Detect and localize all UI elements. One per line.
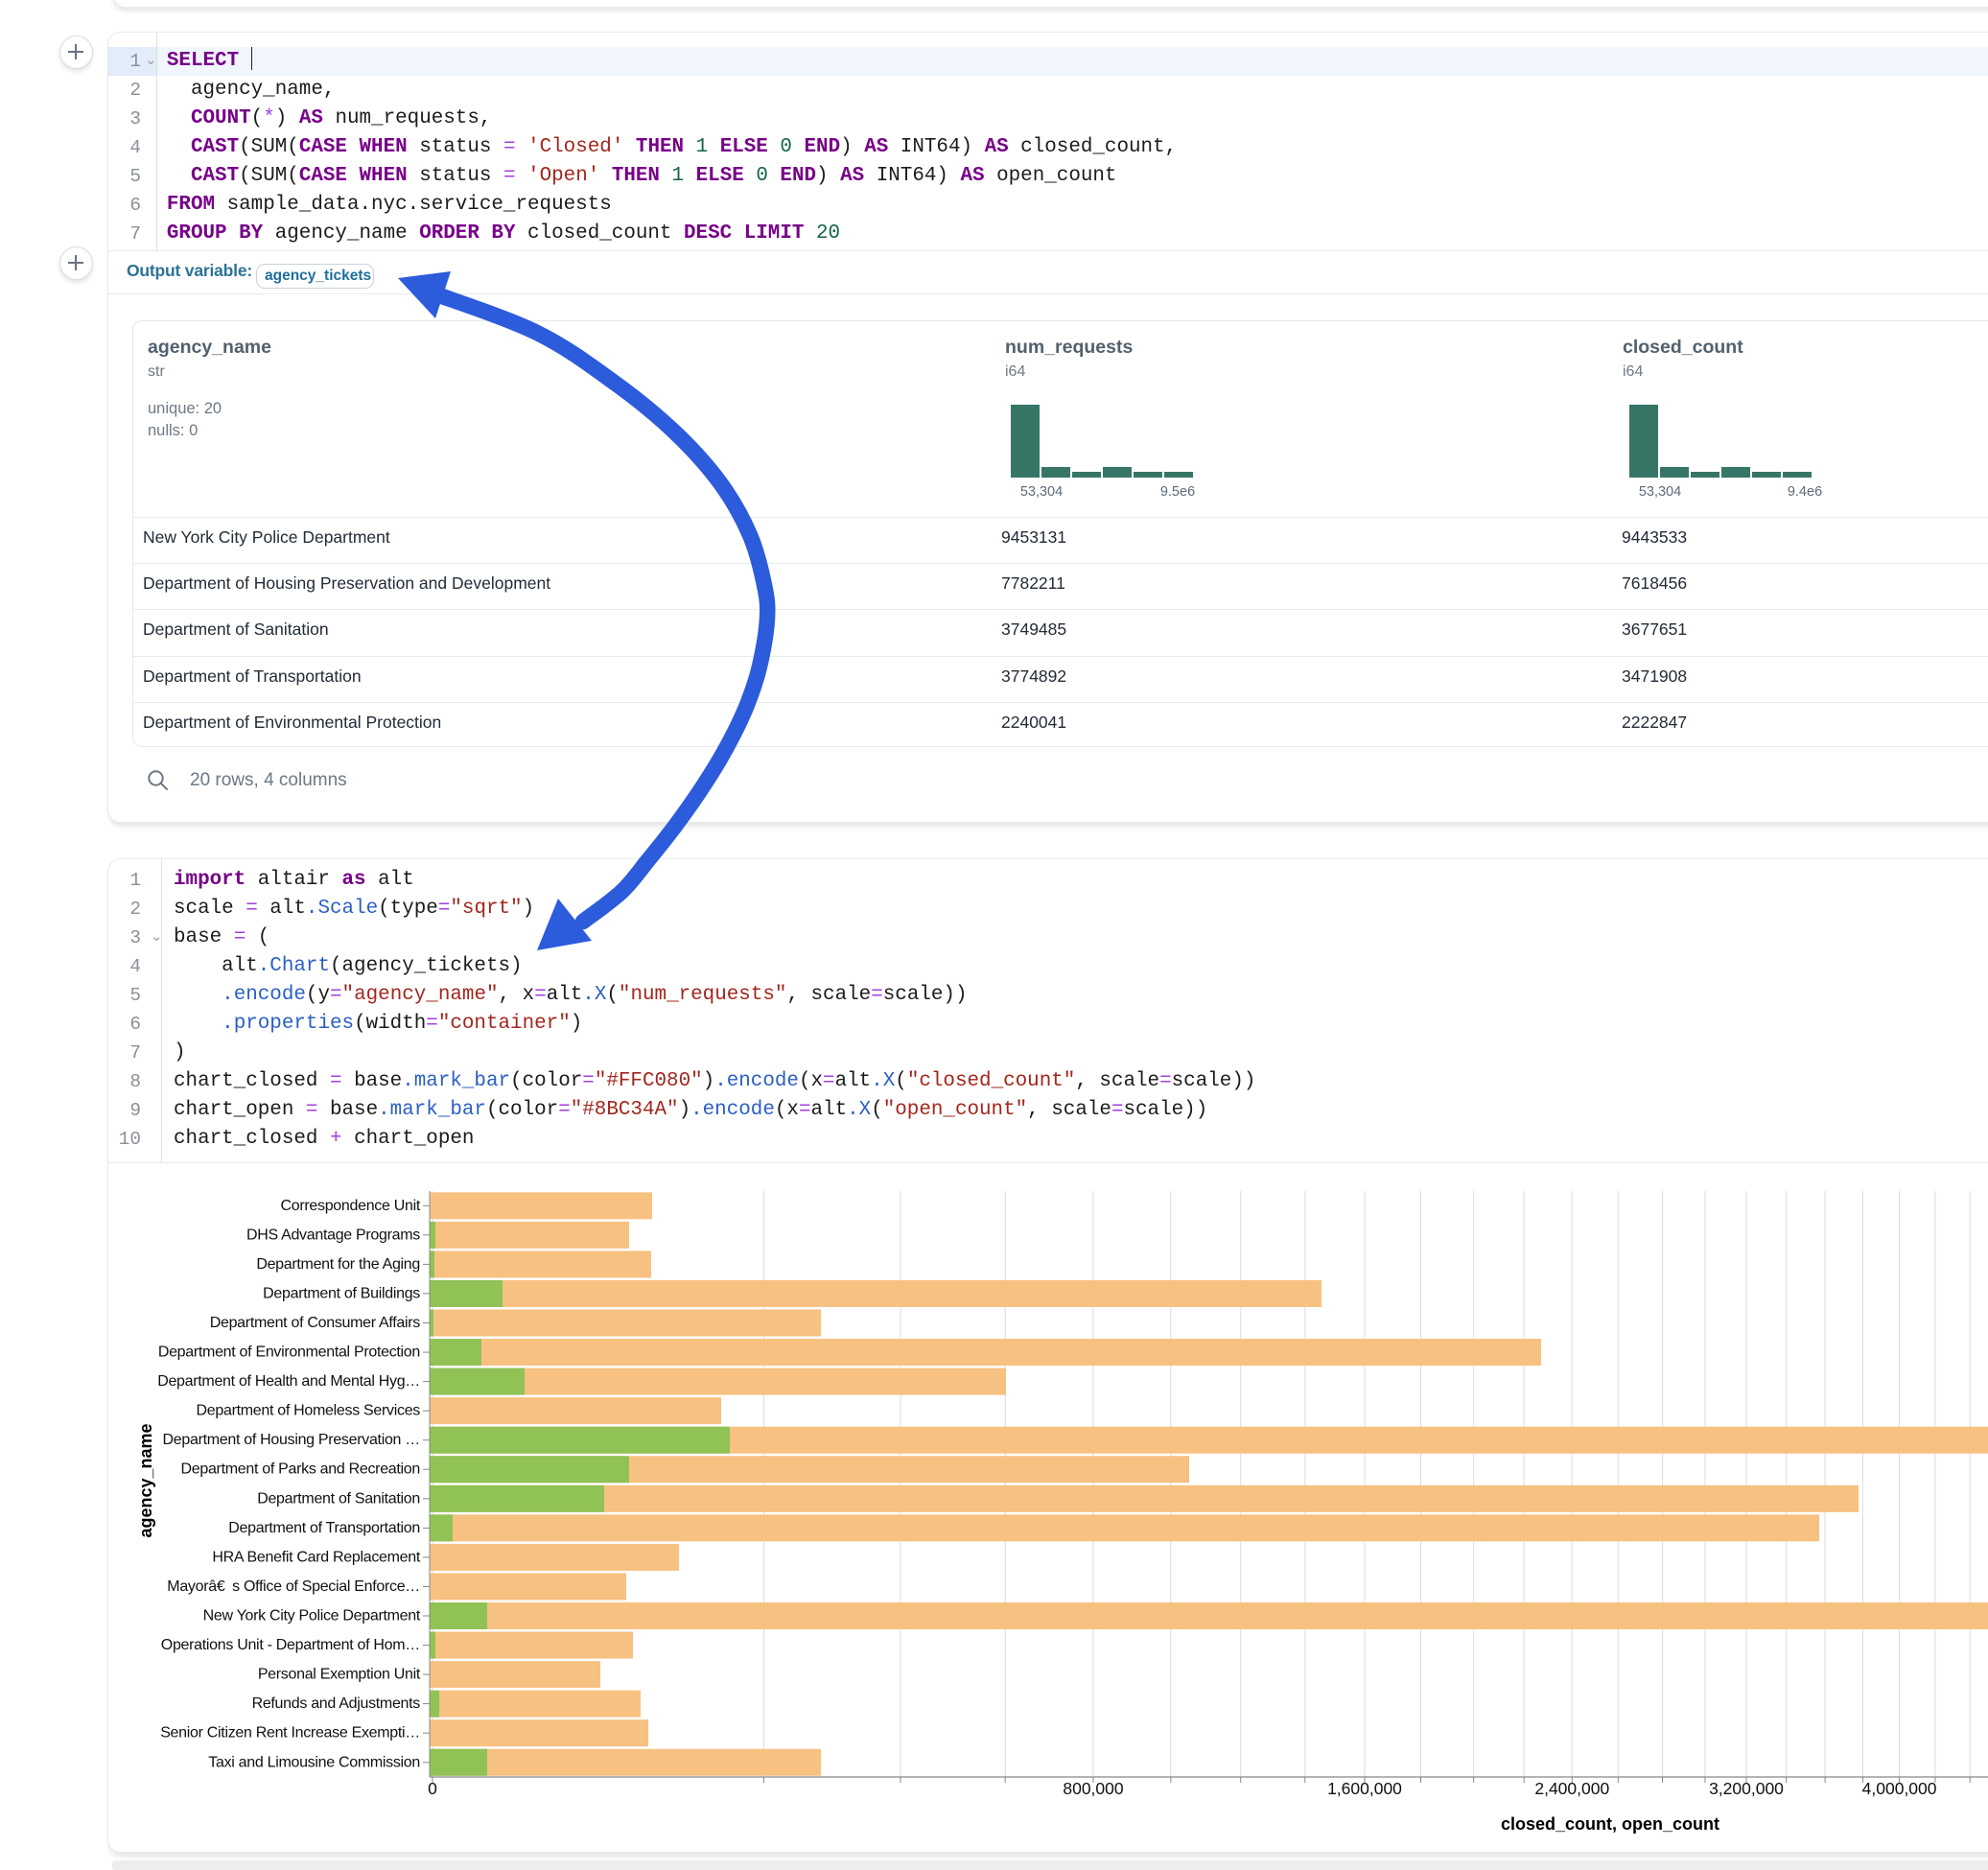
svg-text:Department of Health and Menta: Department of Health and Mental Hyg… — [157, 1373, 420, 1390]
svg-text:2,400,000: 2,400,000 — [1534, 1779, 1609, 1798]
svg-text:Mayorâ€ s Office of Special En: Mayorâ€ s Office of Special Enforce… — [167, 1578, 420, 1595]
svg-text:Department of Environmental Pr: Department of Environmental Protection — [158, 1344, 420, 1361]
svg-text:Refunds and Adjustments: Refunds and Adjustments — [252, 1695, 421, 1712]
svg-text:3,200,000: 3,200,000 — [1709, 1779, 1784, 1798]
svg-text:Department of Parks and Recrea: Department of Parks and Recreation — [181, 1461, 421, 1478]
svg-text:Department for the Aging: Department for the Aging — [256, 1256, 420, 1273]
svg-text:HRA Benefit Card Replacement: HRA Benefit Card Replacement — [212, 1549, 420, 1565]
svg-text:Personal Exemption Unit: Personal Exemption Unit — [258, 1667, 421, 1683]
svg-text:closed_count, open_count: closed_count, open_count — [1501, 1814, 1719, 1834]
svg-text:1,600,000: 1,600,000 — [1327, 1779, 1402, 1798]
svg-text:800,000: 800,000 — [1063, 1779, 1124, 1798]
svg-text:4,000,000: 4,000,000 — [1862, 1779, 1937, 1798]
svg-text:Department of Sanitation: Department of Sanitation — [257, 1490, 420, 1507]
svg-text:Senior Citizen Rent Increase E: Senior Citizen Rent Increase Exempti… — [160, 1725, 420, 1741]
svg-text:Correspondence Unit: Correspondence Unit — [281, 1198, 421, 1214]
svg-text:agency_name: agency_name — [136, 1423, 155, 1537]
svg-text:0: 0 — [428, 1779, 437, 1798]
svg-text:Department of Buildings: Department of Buildings — [263, 1285, 420, 1301]
svg-text:Operations Unit - Department o: Operations Unit - Department of Hom… — [161, 1637, 420, 1653]
svg-text:Department of Consumer Affairs: Department of Consumer Affairs — [210, 1315, 421, 1331]
svg-text:Department of Housing Preserva: Department of Housing Preservation … — [163, 1432, 420, 1448]
svg-text:New York City Police Departmen: New York City Police Department — [203, 1608, 421, 1625]
svg-text:Taxi and Limousine Commission: Taxi and Limousine Commission — [208, 1754, 420, 1770]
svg-text:Department of Homeless Service: Department of Homeless Services — [197, 1403, 421, 1419]
svg-text:Department of Transportation: Department of Transportation — [228, 1520, 420, 1536]
svg-text:DHS Advantage Programs: DHS Advantage Programs — [246, 1227, 420, 1243]
